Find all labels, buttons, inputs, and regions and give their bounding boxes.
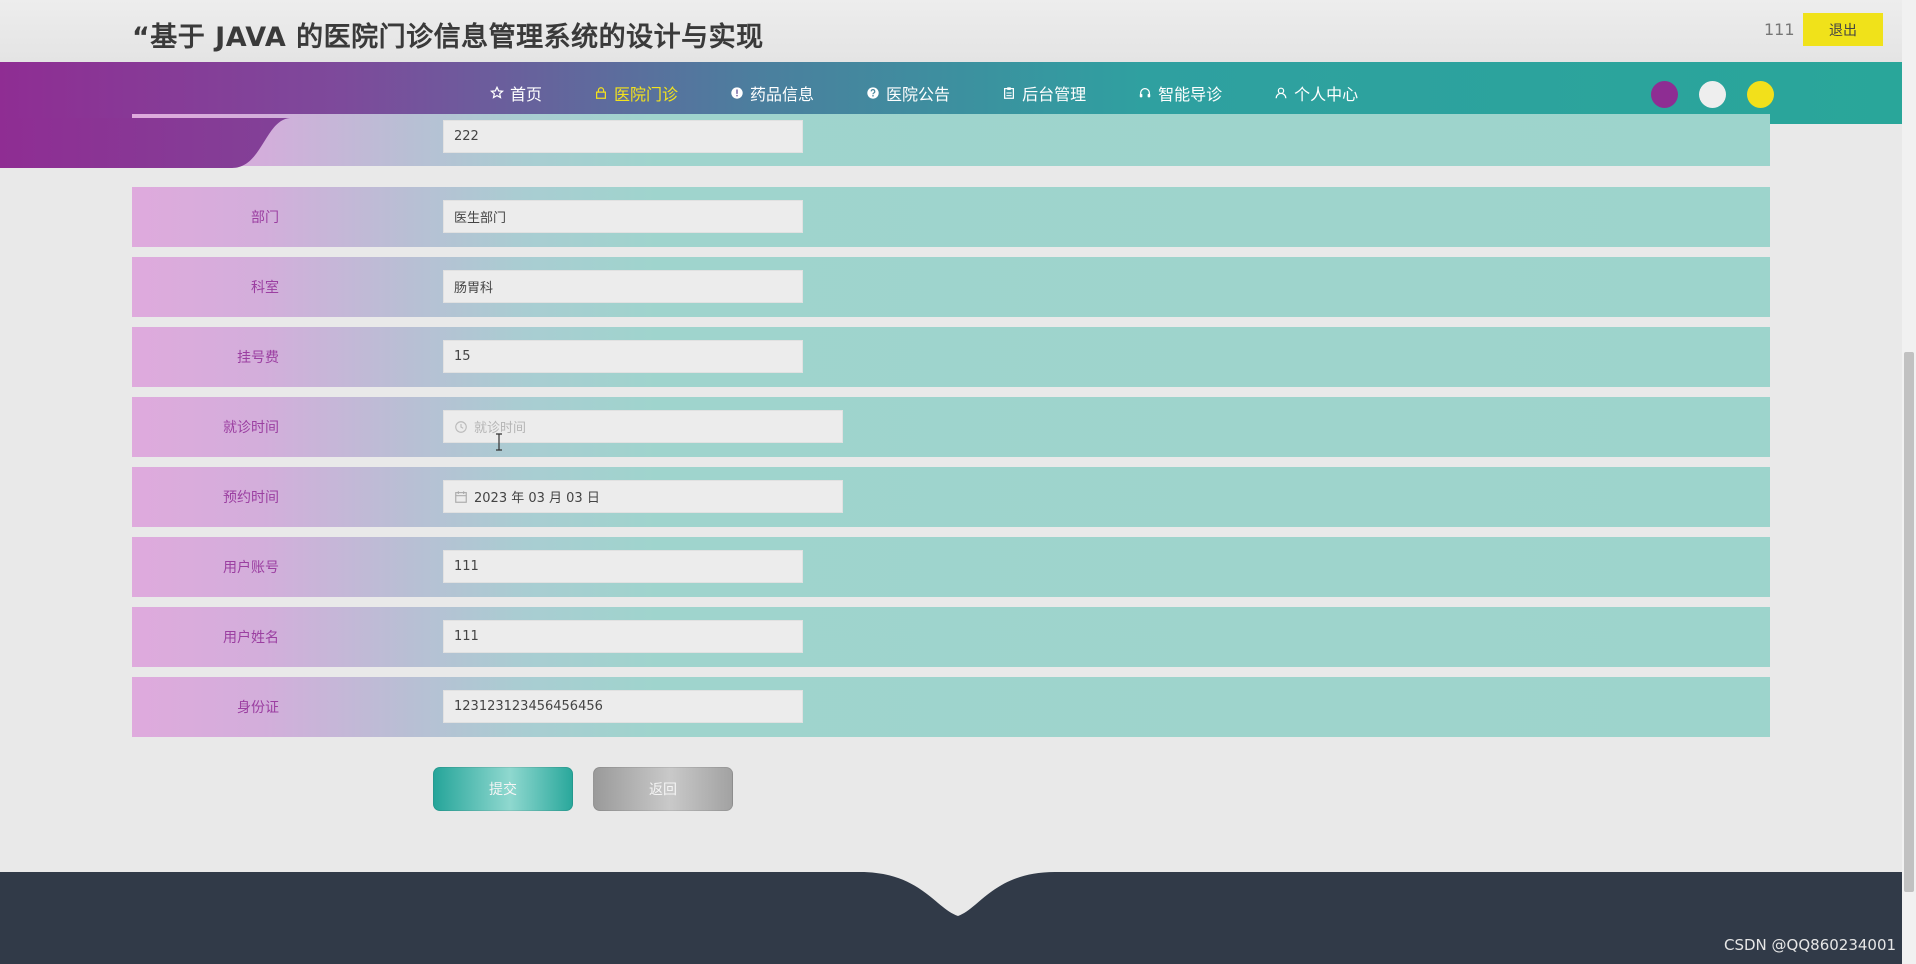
submit-button[interactable]: 提交 <box>433 767 573 811</box>
calendar-icon <box>455 490 467 503</box>
field-value: 医生部门 <box>454 211 507 226</box>
user-account-field[interactable]: 111 <box>443 550 803 583</box>
logout-button[interactable]: 退出 <box>1803 13 1883 46</box>
user-icon <box>1275 87 1287 99</box>
nav-item-label: 医院公告 <box>886 85 951 104</box>
field-value: 222 <box>454 129 479 144</box>
nav-item-label: 首页 <box>510 85 543 104</box>
top-bar: “基于 JAVA 的医院门诊信息管理系统的设计与实现 111 退出 <box>0 0 1902 62</box>
form-label: 用户账号 <box>223 560 279 576</box>
nav-item-drugs[interactable]: 药品信息 <box>730 81 814 105</box>
watermark: CSDN @QQ860234001 <box>1724 936 1897 954</box>
user-name-field[interactable]: 111 <box>443 620 803 653</box>
form-label: 身份证 <box>237 700 279 716</box>
theme-yellow-dot[interactable] <box>1747 81 1774 108</box>
form-label: 挂号费 <box>237 350 279 366</box>
field-value: 15 <box>454 349 471 364</box>
form-label: 预约时间 <box>223 490 279 506</box>
form-label: 科室 <box>251 280 279 296</box>
field-value: 肠胃科 <box>454 281 494 296</box>
info-icon <box>731 87 743 99</box>
nav-item-label: 后台管理 <box>1022 85 1087 104</box>
id-card-field[interactable]: 123123123456456456 <box>443 690 803 723</box>
clipboard-icon <box>1004 87 1015 99</box>
star-icon <box>490 86 504 99</box>
nav-item-notices[interactable]: 医院公告 <box>866 81 950 105</box>
form-row-fee: 挂号费 15 <box>132 327 1770 387</box>
department-field[interactable]: 医生部门 <box>443 200 803 233</box>
theme-white-dot[interactable] <box>1699 81 1726 108</box>
form-row-section: 科室 肠胃科 <box>132 257 1770 317</box>
back-button[interactable]: 返回 <box>593 767 733 811</box>
nav-wave-decoration <box>0 118 340 168</box>
section-field[interactable]: 肠胃科 <box>443 270 803 303</box>
nav-item-profile[interactable]: 个人中心 <box>1274 81 1358 105</box>
nav-item-clinic[interactable]: 医院门诊 <box>594 81 678 105</box>
nav-item-label: 药品信息 <box>750 85 815 104</box>
id-field[interactable]: 222 <box>443 120 803 153</box>
fee-field[interactable]: 15 <box>443 340 803 373</box>
form-row-id-card: 身份证 123123123456456456 <box>132 677 1770 737</box>
theme-purple-dot[interactable] <box>1651 81 1678 108</box>
nav-item-guide[interactable]: 智能导诊 <box>1138 81 1222 105</box>
nav-item-home[interactable]: 首页 <box>490 81 542 105</box>
form-row-department: 部门 医生部门 <box>132 187 1770 247</box>
form-label: 部门 <box>251 210 279 226</box>
headset-icon <box>1139 88 1151 98</box>
form-row-id: 222 <box>132 114 1770 166</box>
lock-icon <box>596 87 607 99</box>
question-icon <box>867 87 879 99</box>
clock-icon <box>455 420 467 433</box>
scrollbar-thumb[interactable] <box>1904 352 1914 892</box>
footer <box>0 872 1902 964</box>
field-value: 2023 年 03 月 03 日 <box>474 491 600 506</box>
form-row-visit-time: 就诊时间 就诊时间 <box>132 397 1770 457</box>
nav-item-label: 医院门诊 <box>614 85 679 104</box>
form-label: 就诊时间 <box>223 420 279 436</box>
nav-item-label: 智能导诊 <box>1158 85 1223 104</box>
form-label: 用户姓名 <box>223 630 279 646</box>
field-value: 123123123456456456 <box>454 699 603 714</box>
form-row-user-account: 用户账号 111 <box>132 537 1770 597</box>
site-title: “基于 JAVA 的医院门诊信息管理系统的设计与实现 <box>132 22 764 53</box>
form-row-appointment-time: 预约时间 2023 年 03 月 03 日 <box>132 467 1770 527</box>
appointment-date-picker[interactable]: 2023 年 03 月 03 日 <box>443 480 843 513</box>
text-cursor-icon <box>496 433 502 451</box>
nav-item-label: 个人中心 <box>1294 85 1359 104</box>
field-value: 111 <box>454 629 479 644</box>
field-value: 111 <box>454 559 479 574</box>
form-row-user-name: 用户姓名 111 <box>132 607 1770 667</box>
nav-item-admin[interactable]: 后台管理 <box>1002 81 1086 105</box>
current-username: 111 <box>1764 20 1795 39</box>
